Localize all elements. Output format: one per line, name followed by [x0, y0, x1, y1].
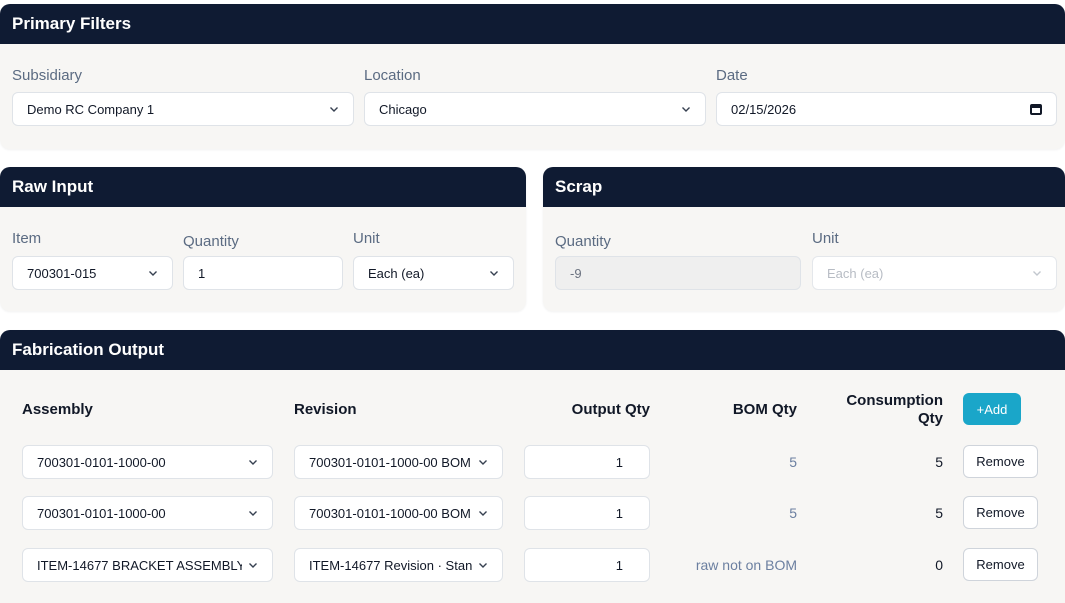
location-value: Chicago — [379, 101, 427, 117]
assembly-select[interactable]: 700301-0101-1000-00 — [22, 445, 273, 479]
scrap-unit-select: Each (ea) — [812, 256, 1057, 290]
scrap-quantity-input: -9 — [555, 256, 801, 290]
chevron-down-icon — [248, 508, 258, 518]
subsidiary-label: Subsidiary — [12, 67, 83, 84]
revision-value: 700301-0101-1000-00 BOM — [309, 454, 471, 470]
consumption-header-line1: Consumption — [846, 392, 943, 409]
scrap-title: Scrap — [543, 167, 1065, 207]
remove-row-button[interactable]: Remove — [963, 548, 1038, 581]
revision-value: ITEM-14677 Revision · Standard — [309, 557, 472, 573]
bom-qty-header: BOM Qty — [732, 401, 797, 418]
bom-qty-value: raw not on BOM — [695, 557, 797, 573]
primary-filters-card: Primary Filters Subsidiary Demo RC Compa… — [0, 4, 1065, 149]
assembly-value: 700301-0101-1000-00 — [37, 454, 166, 470]
output-qty-value: 1 — [615, 454, 623, 470]
date-input[interactable]: 02/15/2026 — [716, 92, 1057, 126]
scrap-unit-label: Unit — [812, 230, 839, 247]
item-select[interactable]: 700301-015 — [12, 256, 173, 290]
output-qty-input[interactable]: 1 — [524, 548, 650, 582]
remove-row-button[interactable]: Remove — [963, 445, 1038, 478]
assembly-value: ITEM-14677 BRACKET ASSEMBLY — [37, 557, 242, 573]
assembly-header: Assembly — [22, 401, 93, 418]
chevron-down-icon — [148, 268, 158, 278]
output-qty-value: 1 — [615, 557, 623, 573]
scrap-quantity-value: -9 — [570, 265, 582, 281]
output-qty-input[interactable]: 1 — [524, 496, 650, 530]
raw-input-card: Raw Input Item 700301-015 Quantity 1 Uni… — [0, 167, 526, 311]
unit-value: Each (ea) — [368, 265, 425, 281]
consumption-qty-value: 5 — [935, 454, 943, 470]
subsidiary-select[interactable]: Demo RC Company 1 — [12, 92, 354, 126]
remove-row-button[interactable]: Remove — [963, 496, 1038, 529]
chevron-down-icon — [478, 508, 488, 518]
revision-header: Revision — [294, 401, 357, 418]
assembly-select[interactable]: ITEM-14677 BRACKET ASSEMBLY — [22, 548, 273, 582]
unit-select[interactable]: Each (ea) — [353, 256, 514, 290]
item-value: 700301-015 — [27, 265, 97, 281]
quantity-input[interactable]: 1 — [183, 256, 343, 290]
quantity-label: Quantity — [183, 233, 239, 250]
date-label: Date — [716, 67, 748, 84]
revision-select[interactable]: ITEM-14677 Revision · Standard — [294, 548, 503, 582]
chevron-down-icon — [489, 268, 499, 278]
revision-select[interactable]: 700301-0101-1000-00 BOM — [294, 496, 503, 530]
chevron-down-icon — [248, 560, 258, 570]
consumption-qty-value: 0 — [935, 557, 943, 573]
assembly-value: 700301-0101-1000-00 — [37, 505, 166, 521]
fabrication-output-title: Fabrication Output — [0, 330, 1065, 370]
location-label: Location — [364, 67, 421, 84]
chevron-down-icon — [478, 457, 488, 467]
add-row-button[interactable]: +Add — [963, 393, 1021, 425]
unit-label: Unit — [353, 230, 380, 247]
assembly-select[interactable]: 700301-0101-1000-00 — [22, 496, 273, 530]
chevron-down-icon — [478, 560, 488, 570]
date-value: 02/15/2026 — [731, 101, 797, 117]
output-qty-input[interactable]: 1 — [524, 445, 650, 479]
calendar-icon[interactable] — [1030, 103, 1042, 115]
output-qty-header: Output Qty — [571, 401, 650, 418]
chevron-down-icon — [248, 457, 258, 467]
consumption-qty-header: Consumption Qty — [820, 392, 943, 428]
chevron-down-icon — [681, 104, 691, 114]
scrap-unit-value: Each (ea) — [827, 265, 884, 281]
scrap-card: Scrap Quantity -9 Unit Each (ea) — [543, 167, 1065, 311]
bom-qty-value: 5 — [789, 454, 797, 470]
consumption-qty-value: 5 — [935, 505, 943, 521]
quantity-value: 1 — [198, 265, 206, 281]
output-qty-value: 1 — [615, 505, 623, 521]
location-select[interactable]: Chicago — [364, 92, 706, 126]
raw-input-title: Raw Input — [0, 167, 526, 207]
scrap-quantity-label: Quantity — [555, 233, 611, 250]
chevron-down-icon — [329, 104, 339, 114]
consumption-header-line2: Qty — [917, 410, 943, 427]
item-label: Item — [12, 230, 42, 247]
chevron-down-icon — [1032, 268, 1042, 278]
revision-select[interactable]: 700301-0101-1000-00 BOM — [294, 445, 503, 479]
revision-value: 700301-0101-1000-00 BOM — [309, 505, 471, 521]
primary-filters-title: Primary Filters — [0, 4, 1065, 44]
bom-qty-value: 5 — [789, 505, 797, 521]
subsidiary-value: Demo RC Company 1 — [27, 101, 155, 117]
fabrication-output-card: Fabrication Output Assembly Revision Out… — [0, 330, 1065, 603]
